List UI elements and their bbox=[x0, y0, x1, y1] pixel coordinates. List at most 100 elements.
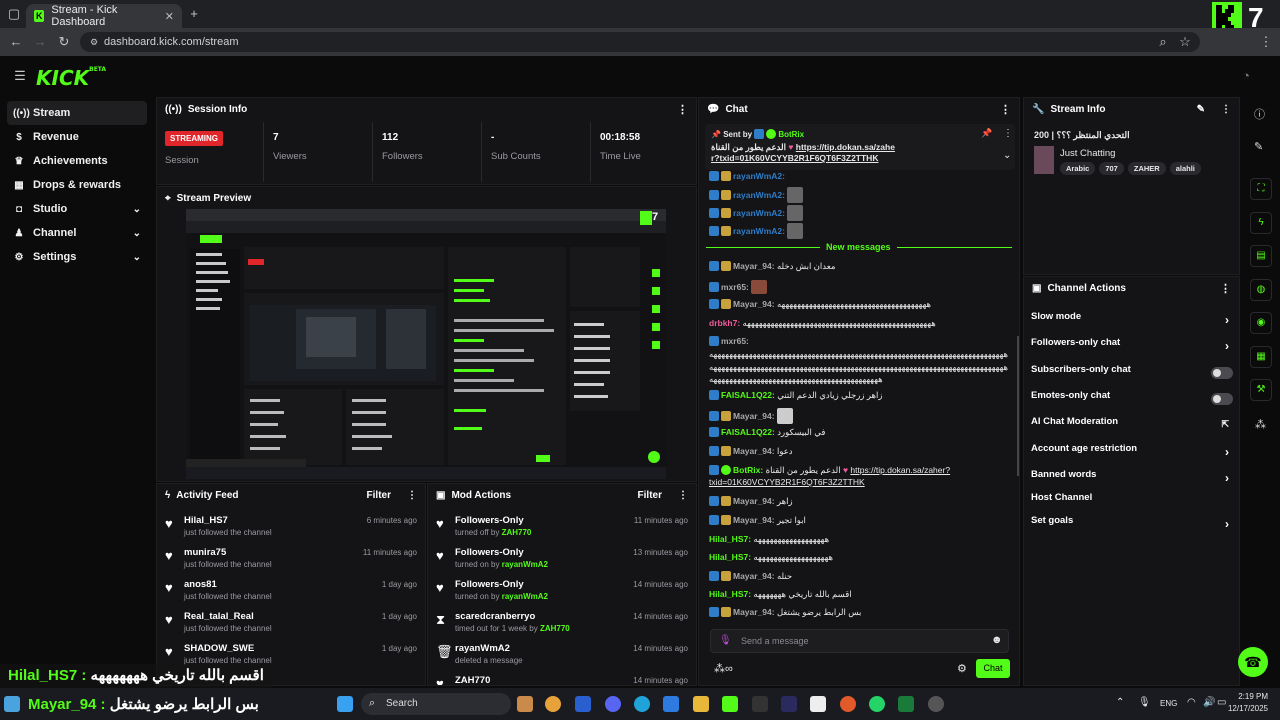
more-options-icon[interactable]: ⋮ bbox=[1220, 282, 1231, 295]
wifi-icon[interactable]: ◠ bbox=[1187, 697, 1196, 708]
premiere-icon[interactable] bbox=[781, 696, 797, 712]
chat-user[interactable]: Mayar_94: bbox=[733, 261, 775, 271]
bookmark-star-icon[interactable]: ☆ bbox=[1177, 34, 1193, 50]
chat-user[interactable]: rayanWmA2: bbox=[733, 226, 785, 236]
mod-filter-button[interactable]: Filter bbox=[638, 490, 662, 501]
clock-date[interactable]: 12/17/2025 bbox=[1222, 704, 1268, 713]
back-icon[interactable]: ← bbox=[8, 34, 24, 50]
more-options-icon[interactable]: ⋮ bbox=[1003, 128, 1013, 139]
app-icon[interactable] bbox=[928, 696, 944, 712]
file-icon[interactable] bbox=[810, 696, 826, 712]
whatsapp-icon[interactable] bbox=[869, 696, 885, 712]
browser-tab[interactable]: K Stream - Kick Dashboard ✕ bbox=[26, 4, 182, 28]
chat-action-icon[interactable]: ◍ bbox=[1250, 279, 1272, 301]
sidebar-item-achievements[interactable]: ♛ Achievements bbox=[7, 149, 147, 173]
more-options-icon[interactable]: ⋮ bbox=[1221, 104, 1231, 115]
tag-chip[interactable]: alahli bbox=[1169, 162, 1201, 175]
language-indicator[interactable]: ENG bbox=[1160, 699, 1177, 708]
app-icon[interactable] bbox=[840, 696, 856, 712]
edge-icon[interactable] bbox=[634, 696, 650, 712]
taskbar-search-input[interactable]: ⌕ Search bbox=[361, 693, 511, 715]
chat-user[interactable]: Mayar_94: bbox=[733, 299, 775, 309]
sidebar-item-stream[interactable]: ((•)) Stream bbox=[7, 101, 147, 125]
chrome-icon[interactable] bbox=[545, 696, 561, 712]
shield-action-icon[interactable]: ⛶ bbox=[1250, 178, 1272, 200]
microphone-icon[interactable]: 🎙 bbox=[719, 635, 732, 646]
close-tab-icon[interactable]: ✕ bbox=[165, 10, 174, 23]
chat-settings-gear-icon[interactable]: ⚙ bbox=[957, 662, 967, 675]
reload-icon[interactable]: ↻ bbox=[56, 34, 72, 50]
epic-games-icon[interactable] bbox=[752, 696, 768, 712]
forward-icon[interactable]: → bbox=[32, 34, 48, 50]
layout-action-icon[interactable]: ▦ bbox=[1250, 346, 1272, 368]
browser-menu-icon[interactable]: ⋮ bbox=[1258, 34, 1274, 50]
app-icon[interactable] bbox=[517, 696, 533, 712]
site-info-icon[interactable]: ⚙ bbox=[86, 34, 102, 50]
chat-user[interactable]: Hilal_HS7: bbox=[709, 534, 751, 544]
chat-link[interactable]: https://tip.dokan.sa/zaher? bbox=[850, 465, 950, 475]
tab-list-icon[interactable]: ▢ bbox=[6, 6, 22, 22]
stream-preview-video[interactable]: 7 bbox=[186, 209, 666, 479]
unpin-icon[interactable]: 📌 bbox=[981, 128, 992, 139]
chat-user[interactable]: mxr65: bbox=[721, 336, 749, 346]
chat-input[interactable]: 🎙 Send a message ☻ bbox=[710, 629, 1009, 653]
sidebar-item-drops[interactable]: ▦ Drops & rewards bbox=[7, 173, 147, 197]
sidebar-item-studio[interactable]: ◘ Studio ⌄ bbox=[7, 197, 147, 221]
chat-user[interactable]: rayanWmA2: bbox=[733, 190, 785, 200]
activity-user[interactable]: munira75 bbox=[184, 547, 226, 558]
activity-filter-button[interactable]: Filter bbox=[367, 490, 391, 501]
chat-user[interactable]: Mayar_94: bbox=[733, 446, 775, 456]
chat-actions-icon[interactable]: ⁂∞ bbox=[714, 662, 733, 675]
chevron-down-icon[interactable]: ⌄ bbox=[1003, 150, 1011, 161]
sidebar-item-channel[interactable]: ♟ Channel ⌄ bbox=[7, 221, 147, 245]
chat-user[interactable]: FAISAL1Q22: bbox=[721, 390, 775, 400]
wrench-action-icon[interactable]: ⚒ bbox=[1250, 379, 1272, 401]
hamburger-menu-icon[interactable]: ☰ bbox=[12, 68, 28, 84]
chat-user[interactable]: Hilal_HS7: bbox=[709, 589, 751, 599]
tag-chip[interactable]: Arabic bbox=[1060, 162, 1096, 175]
discord-icon[interactable] bbox=[605, 696, 621, 712]
chat-user[interactable]: mxr65: bbox=[721, 282, 749, 292]
support-headset-icon[interactable]: ☎ bbox=[1238, 647, 1268, 677]
clock-time[interactable]: 2:19 PM bbox=[1232, 692, 1268, 701]
volume-icon[interactable]: 🔊 bbox=[1203, 697, 1215, 708]
more-options-icon[interactable]: ⋮ bbox=[677, 103, 688, 116]
action-ai-moderation[interactable]: AI Chat Moderation ⇱ bbox=[1031, 416, 1235, 436]
sidebar-item-settings[interactable]: ⚙ Settings ⌄ bbox=[7, 245, 147, 269]
stream-category[interactable]: Just Chatting bbox=[1060, 148, 1115, 159]
chat-send-button[interactable]: Chat bbox=[976, 659, 1010, 678]
more-options-icon[interactable]: ⋮ bbox=[407, 490, 417, 501]
microphone-icon[interactable]: 🎙 bbox=[1138, 697, 1151, 708]
mod-user[interactable]: ZAH770 bbox=[502, 528, 532, 537]
edit-pencil-icon[interactable]: ✎ bbox=[1197, 104, 1205, 115]
bolt-action-icon[interactable]: ϟ bbox=[1250, 212, 1272, 234]
kick-logo[interactable]: KICKBETA bbox=[36, 66, 106, 90]
chat-user[interactable]: Mayar_94: bbox=[733, 496, 775, 506]
sidebar-item-revenue[interactable]: $ Revenue bbox=[7, 125, 147, 149]
activity-user[interactable]: anos81 bbox=[184, 579, 217, 590]
chat-user[interactable]: Mayar_94: bbox=[733, 571, 775, 581]
more-options-icon[interactable]: ⋮ bbox=[678, 490, 688, 501]
mod-user[interactable]: rayanWmA2 bbox=[502, 560, 548, 569]
kick-app-icon[interactable] bbox=[722, 696, 738, 712]
chat-scrollbar[interactable] bbox=[1017, 336, 1019, 476]
dots-action-icon[interactable]: ⁂ bbox=[1255, 418, 1266, 431]
chat-user[interactable]: drbkh7: bbox=[709, 318, 740, 328]
clip-action-icon[interactable]: ▤ bbox=[1250, 245, 1272, 267]
zoom-icon[interactable]: ⌕ bbox=[1155, 34, 1171, 50]
chat-user[interactable]: Mayar_94: bbox=[733, 411, 775, 421]
activity-user[interactable]: SHADOW_SWE bbox=[184, 643, 254, 654]
activity-user[interactable]: Real_talal_Real bbox=[184, 611, 254, 622]
tag-chip[interactable]: ZAHER bbox=[1127, 162, 1166, 175]
new-tab-icon[interactable]: + bbox=[186, 6, 202, 22]
more-options-icon[interactable]: ⋮ bbox=[1000, 103, 1011, 116]
info-icon[interactable]: ⓘ bbox=[1254, 106, 1265, 122]
chat-user[interactable]: rayanWmA2: bbox=[733, 171, 785, 181]
edit-pencil-icon[interactable]: ✎ bbox=[1254, 140, 1263, 153]
chat-user[interactable]: Mayar_94: bbox=[733, 515, 775, 525]
app-icon[interactable] bbox=[898, 696, 914, 712]
chat-user[interactable]: FAISAL1Q22: bbox=[721, 427, 775, 437]
store-icon[interactable] bbox=[663, 696, 679, 712]
chat-user[interactable]: Hilal_HS7: bbox=[709, 552, 751, 562]
subscribers-only-toggle[interactable] bbox=[1211, 367, 1233, 379]
